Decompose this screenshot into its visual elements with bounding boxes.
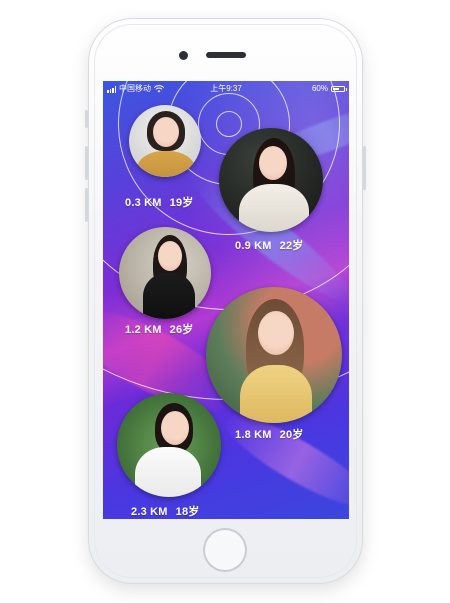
profile-avatar[interactable] bbox=[219, 128, 323, 232]
battery-icon bbox=[331, 86, 347, 92]
profile-avatar[interactable] bbox=[129, 105, 201, 177]
profile-distance: 0.9 KM bbox=[235, 240, 272, 252]
profile-age: 26岁 bbox=[169, 324, 194, 336]
battery-percent: 60% bbox=[311, 84, 328, 93]
profile-meta: 0.3 KM 19岁 bbox=[125, 194, 194, 210]
app-screen: 中国移动 上午9:37 60% 0.3 KM 19岁 0.9 KM 22岁 1.… bbox=[103, 81, 349, 519]
profile-distance: 1.2 KM bbox=[125, 324, 162, 336]
volume-down-button bbox=[85, 188, 88, 222]
profile-distance: 0.3 KM bbox=[125, 197, 162, 209]
power-button bbox=[363, 146, 366, 190]
status-right: 60% bbox=[311, 81, 347, 97]
profile-meta: 1.2 KM 26岁 bbox=[125, 321, 194, 337]
radar-ring bbox=[216, 111, 242, 137]
profile-age: 18岁 bbox=[175, 506, 200, 518]
profile-meta: 2.3 KM 18岁 bbox=[131, 503, 200, 519]
mute-switch bbox=[85, 110, 88, 128]
profile-age: 22岁 bbox=[279, 240, 304, 252]
profile-distance: 1.8 KM bbox=[235, 429, 272, 441]
profile-age: 20岁 bbox=[279, 429, 304, 441]
profile-distance: 2.3 KM bbox=[131, 506, 168, 518]
phone-frame: 中国移动 上午9:37 60% 0.3 KM 19岁 0.9 KM 22岁 1.… bbox=[85, 18, 366, 584]
volume-up-button bbox=[85, 146, 88, 180]
profile-avatar[interactable] bbox=[117, 393, 221, 497]
profile-age: 19岁 bbox=[169, 197, 194, 209]
profile-meta: 1.8 KM 20岁 bbox=[235, 426, 304, 442]
status-bar: 中国移动 上午9:37 60% bbox=[103, 81, 349, 97]
profile-avatar[interactable] bbox=[119, 227, 211, 319]
front-camera bbox=[179, 51, 188, 60]
profile-avatar[interactable] bbox=[206, 287, 342, 423]
home-button[interactable] bbox=[203, 528, 247, 572]
earpiece-speaker bbox=[206, 52, 246, 58]
battery-level bbox=[333, 88, 339, 90]
profile-meta: 0.9 KM 22岁 bbox=[235, 237, 304, 253]
